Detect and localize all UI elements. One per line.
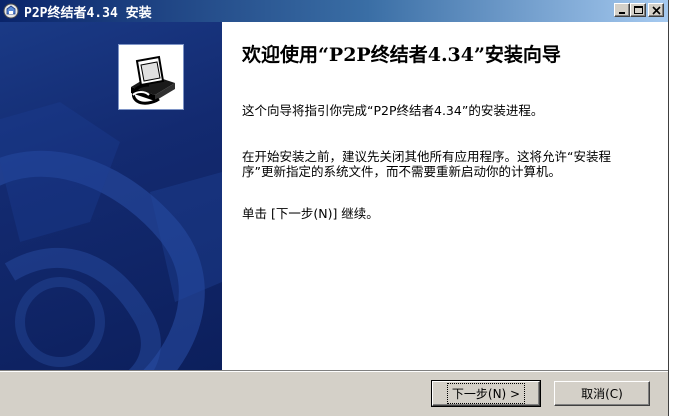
continue-instruction: 单击 [下一步(N)] 继续。 [242,206,379,221]
minimize-icon [619,12,625,14]
cancel-button[interactable]: 取消(C) [554,381,650,406]
title-bar[interactable]: P2P终结者4.34 安装 [0,0,668,22]
maximize-icon [634,6,643,14]
recommendation-text: 在开始安装之前，建议先关闭其他所有应用程序。这将允许“安装程序”更新指定的系统文… [242,149,611,179]
installer-window: P2P终结者4.34 安装 欢迎使用“P2P终结者4.34”安装向导 这个向导将… [0,0,669,416]
next-button-label: 下一步(N) > [446,383,526,404]
banner-logo [118,44,184,110]
intro-text: 这个向导将指引你完成“P2P终结者4.34”的安装进程。 [242,103,544,118]
footer-divider [0,370,668,372]
minimize-button[interactable] [614,3,630,17]
installer-box-icon [131,55,175,105]
wizard-side-banner [0,22,222,370]
window-title: P2P终结者4.34 安装 [24,5,152,21]
next-button[interactable]: 下一步(N) > [431,380,541,407]
window-controls [614,3,664,17]
maximize-button[interactable] [630,3,646,17]
close-icon [652,6,661,15]
banner-decoration [0,102,222,370]
close-button[interactable] [648,3,664,17]
wizard-content: 欢迎使用“P2P终结者4.34”安装向导 这个向导将指引你完成“P2P终结者4.… [222,22,668,370]
page-title: 欢迎使用“P2P终结者4.34”安装向导 [242,44,561,66]
installer-app-icon [3,3,19,19]
